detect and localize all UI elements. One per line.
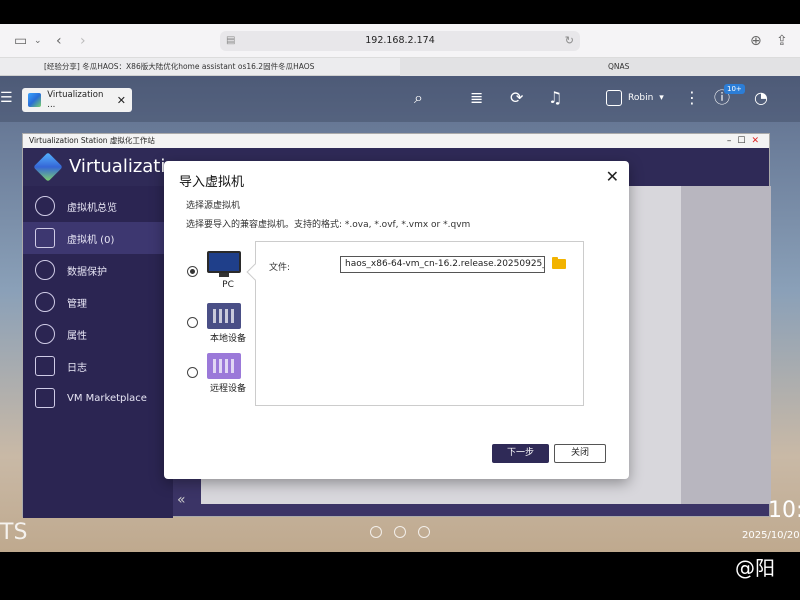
dialog-title: 导入虚拟机 [179, 175, 245, 190]
nas-top-bar: ☰ Virtualization ... ✕ ⌕ ≣ ⟳ ♫ Robin ▾ ⋮… [0, 76, 800, 122]
import-vm-dialog: 导入虚拟机 ✕ 选择源虚拟机 选择要导入的兼容虚拟机。支持的格式: *.ova,… [164, 161, 629, 479]
watermark: @阳 [735, 556, 775, 580]
address-bar[interactable]: ▤ 192.168.2.174 ↻ [220, 31, 580, 51]
dock-icon[interactable] [370, 526, 382, 538]
sidebar-item-label: 属性 [67, 330, 87, 342]
sidebar-item-properties[interactable]: 属性 [23, 318, 173, 350]
desktop-clock: 10: [768, 498, 800, 523]
caret-down-icon: ▾ [659, 93, 664, 103]
window-title-bar: Virtualization Station 虚拟化工作站 –☐✕ [23, 134, 769, 148]
file-path-input[interactable]: haos_x86-64-vm_cn-16.2.release.20250925_… [340, 256, 545, 273]
sidebar-item-overview[interactable]: 虚拟机总览 [23, 190, 173, 222]
back-icon[interactable]: ‹ [56, 24, 62, 58]
sidebar-item-management[interactable]: 管理 [23, 286, 173, 318]
gear-icon [35, 324, 55, 344]
close-icon[interactable]: ✕ [117, 94, 126, 107]
tab-title: QNAS [608, 62, 630, 71]
format-description: 选择要导入的兼容虚拟机。支持的格式: *.ova, *.ovf, *.vmx o… [186, 220, 471, 230]
close-button[interactable]: 关闭 [554, 444, 606, 463]
browser-toolbar: ▭ ⌄ ‹ › ▤ 192.168.2.174 ↻ ⊕ ⇪ [0, 24, 800, 58]
desktop-date: 2025/10/20 [742, 530, 800, 541]
sidebar-item-marketplace[interactable]: VM Marketplace [23, 382, 173, 414]
nas-remote-icon [207, 353, 241, 379]
panel-pointer [246, 263, 264, 281]
virtualization-logo-icon [28, 93, 42, 107]
window-close-icon[interactable]: ✕ [751, 136, 765, 146]
source-option-local[interactable]: 本地设备 [187, 303, 247, 345]
dashboard-gauge-icon[interactable]: ◔ [754, 86, 768, 110]
next-button[interactable]: 下一步 [492, 444, 549, 463]
sidebar-item-data-protection[interactable]: 数据保护 [23, 254, 173, 286]
marketplace-icon [35, 388, 55, 408]
user-menu[interactable]: Robin ▾ [606, 86, 664, 110]
app-task-tab[interactable]: Virtualization ... ✕ [22, 88, 132, 112]
close-icon[interactable]: ✕ [606, 167, 619, 186]
sidebar-item-label: 虚拟机 (0) [67, 234, 115, 246]
vm-cube-icon [35, 228, 55, 248]
option-label: 远程设备 [209, 384, 246, 394]
page-icon: ▤ [226, 35, 236, 46]
pc-icon [207, 251, 241, 277]
app-task-label: Virtualization ... [47, 90, 104, 110]
nas-local-icon [207, 303, 241, 329]
option-label: 本地设备 [209, 334, 246, 344]
minimize-icon[interactable]: – [727, 136, 738, 146]
avatar-icon [606, 90, 622, 106]
more-vertical-icon[interactable]: ⋮ [684, 86, 700, 110]
app-logo-icon [33, 152, 63, 182]
wrench-icon [35, 292, 55, 312]
browser-tab[interactable]: [经验分享] 冬瓜HAOS：X86版大陆优化home assistant os1… [0, 58, 400, 76]
window-controls: –☐✕ [727, 134, 765, 148]
sidebar-item-vms[interactable]: 虚拟机 (0) [23, 222, 173, 254]
browser-tab-bar: [经验分享] 冬瓜HAOS：X86版大陆优化home assistant os1… [0, 58, 800, 76]
url-text: 192.168.2.174 [365, 35, 435, 46]
radio-remote[interactable] [187, 367, 198, 378]
dock-icon[interactable] [394, 526, 406, 538]
collapse-sidebar-icon[interactable]: « [177, 492, 186, 508]
app-name: Virtualizatio [69, 156, 177, 177]
source-option-pc[interactable]: PC [187, 251, 247, 293]
radio-pc[interactable] [187, 266, 198, 277]
search-icon[interactable]: ⌕ [414, 86, 423, 110]
file-panel: 文件: haos_x86-64-vm_cn-16.2.release.20250… [246, 241, 584, 406]
menu-icon[interactable]: ☰ [0, 90, 13, 106]
device-bottom-bar [0, 552, 800, 600]
window-title: Virtualization Station 虚拟化工作站 [29, 136, 155, 145]
source-label: 选择源虚拟机 [186, 201, 241, 211]
device-top-bar [0, 0, 800, 24]
sidebar-item-label: 数据保护 [67, 266, 107, 278]
user-name: Robin [628, 93, 654, 103]
tasks-icon[interactable]: ≣ [470, 86, 483, 110]
browser-tab[interactable]: QNAS [400, 58, 800, 76]
sidebar-item-label: VM Marketplace [67, 392, 147, 404]
sidebar: 虚拟机总览 虚拟机 (0) 数据保护 管理 属性 日志 VM Marketpla… [23, 186, 173, 518]
sidebar-item-label: 日志 [67, 362, 87, 374]
bell-icon[interactable]: ♫ [548, 86, 562, 110]
sidebar-item-logs[interactable]: 日志 [23, 350, 173, 382]
source-option-remote[interactable]: 远程设备 [187, 353, 247, 395]
shield-icon [35, 260, 55, 280]
log-icon [35, 356, 55, 376]
tab-title: [经验分享] 冬瓜HAOS：X86版大陆优化home assistant os1… [44, 62, 315, 71]
share-icon[interactable]: ⇪ [776, 24, 788, 58]
folder-icon[interactable] [552, 257, 566, 269]
download-icon[interactable]: ⊕ [750, 24, 762, 58]
reload-icon[interactable]: ↻ [565, 31, 574, 51]
radio-local[interactable] [187, 317, 198, 328]
file-label: 文件: [269, 263, 291, 273]
maximize-icon[interactable]: ☐ [737, 136, 751, 146]
sync-icon[interactable]: ⟳ [510, 86, 523, 110]
sidebar-item-label: 虚拟机总览 [67, 202, 117, 214]
os-label: TS [0, 520, 28, 545]
dock-icon[interactable] [418, 526, 430, 538]
dashboard-icon [35, 196, 55, 216]
option-label: PC [222, 280, 234, 290]
chevron-down-icon[interactable]: ⌄ [34, 24, 42, 58]
sidebar-item-label: 管理 [67, 298, 87, 310]
sidebar-toggle-icon[interactable]: ▭ [14, 24, 27, 58]
forward-icon[interactable]: › [80, 24, 86, 58]
notification-badge: 10+ [724, 84, 745, 94]
